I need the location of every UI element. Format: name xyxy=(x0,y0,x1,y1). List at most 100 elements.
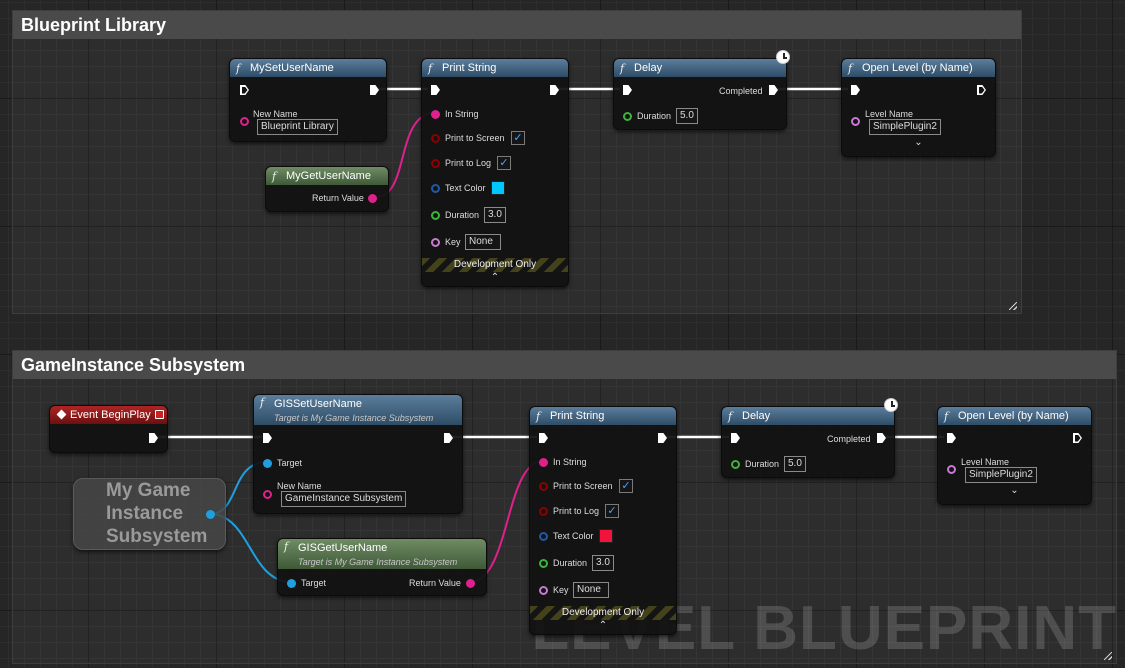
pin-label: Print to Screen xyxy=(445,133,505,143)
name-pin[interactable] xyxy=(431,238,440,247)
node-open-level[interactable]: f Open Level (by Name) Level Name SimpleP… xyxy=(937,406,1092,505)
function-icon: f xyxy=(236,62,241,75)
comment-title[interactable]: Blueprint Library xyxy=(13,11,1021,39)
node-title: Open Level (by Name) xyxy=(862,62,973,74)
pin-label: Duration xyxy=(445,210,480,220)
node-gis-get-user-name[interactable]: f GISGetUserName Target is My Game Instanc… xyxy=(277,538,487,596)
pin-label: Return Value xyxy=(312,193,364,203)
float-pin[interactable] xyxy=(731,460,740,469)
color-pin[interactable] xyxy=(539,532,548,541)
pin-label: Duration xyxy=(637,111,672,121)
comment-title[interactable]: GameInstance Subsystem xyxy=(13,351,1116,379)
string-pin[interactable] xyxy=(431,110,440,119)
node-my-set-user-name[interactable]: f MySetUserName New Name Blueprint Librar… xyxy=(229,58,387,142)
exec-input-pin[interactable] xyxy=(731,433,740,443)
node-gis-set-user-name[interactable]: f GISSetUserName Target is My Game Instanc… xyxy=(253,394,463,514)
object-pin[interactable] xyxy=(263,459,272,468)
node-subsystem-reference[interactable]: My Game Instance Subsystem xyxy=(73,478,226,550)
exec-input-pin[interactable] xyxy=(539,433,548,443)
node-title: MyGetUserName xyxy=(286,170,371,182)
delegate-pin-icon[interactable] xyxy=(155,410,164,419)
expand-arrow-icon[interactable]: ⌄ xyxy=(842,137,995,148)
text-color-swatch[interactable] xyxy=(599,529,613,543)
string-pin[interactable] xyxy=(466,579,475,588)
print-to-screen-checkbox[interactable]: ✓ xyxy=(619,479,633,493)
node-delay[interactable]: f Delay Completed Duration 5.0 xyxy=(613,58,787,130)
pin-label: New Name xyxy=(253,109,298,119)
resize-grip-icon[interactable] xyxy=(1009,302,1017,310)
exec-output-pin[interactable] xyxy=(149,433,158,443)
exec-output-pin[interactable] xyxy=(769,85,778,95)
exec-output-pin[interactable] xyxy=(1073,433,1082,443)
exec-input-pin[interactable] xyxy=(947,433,956,443)
color-pin[interactable] xyxy=(431,184,440,193)
duration-field[interactable]: 5.0 xyxy=(676,108,698,124)
string-pin[interactable] xyxy=(368,194,377,203)
pin-label: Print to Screen xyxy=(553,481,613,491)
bool-pin[interactable] xyxy=(539,482,548,491)
duration-field[interactable]: 3.0 xyxy=(592,555,614,571)
node-event-begin-play[interactable]: Event BeginPlay xyxy=(49,405,168,453)
resize-grip-icon[interactable] xyxy=(1104,652,1112,660)
node-my-get-user-name[interactable]: f MyGetUserName Return Value xyxy=(265,166,389,212)
level-name-field[interactable]: SimplePlugin2 xyxy=(869,119,941,135)
float-pin[interactable] xyxy=(539,559,548,568)
exec-input-pin[interactable] xyxy=(240,85,249,95)
node-subtitle: Target is My Game Instance Subsystem xyxy=(298,557,458,567)
object-pin[interactable] xyxy=(287,579,296,588)
exec-output-pin[interactable] xyxy=(658,433,667,443)
name-pin[interactable] xyxy=(851,117,860,126)
node-title: MySetUserName xyxy=(250,62,334,74)
exec-output-pin[interactable] xyxy=(444,433,453,443)
pin-label: Key xyxy=(445,237,461,247)
duration-field[interactable]: 3.0 xyxy=(484,207,506,223)
expand-arrow-icon[interactable]: ⌄ xyxy=(938,485,1091,496)
exec-output-pin[interactable] xyxy=(550,85,559,95)
exec-input-pin[interactable] xyxy=(851,85,860,95)
object-pin[interactable] xyxy=(206,510,215,519)
function-icon: f xyxy=(848,62,853,75)
string-pin[interactable] xyxy=(263,490,272,499)
bool-pin[interactable] xyxy=(431,159,440,168)
node-print-string[interactable]: f Print String In String Print to Screen … xyxy=(421,58,569,287)
bool-pin[interactable] xyxy=(539,507,548,516)
function-icon: f xyxy=(536,410,541,423)
text-color-swatch[interactable] xyxy=(491,181,505,195)
node-title: Delay xyxy=(634,62,663,74)
key-field[interactable]: None xyxy=(573,582,609,598)
node-open-level[interactable]: f Open Level (by Name) Level Name SimpleP… xyxy=(841,58,996,157)
name-pin[interactable] xyxy=(539,586,548,595)
pin-label: Level Name xyxy=(961,457,1010,467)
node-delay[interactable]: f Delay Completed Duration 5.0 xyxy=(721,406,895,478)
exec-input-pin[interactable] xyxy=(623,85,632,95)
string-pin[interactable] xyxy=(539,458,548,467)
collapse-arrow-icon[interactable]: ⌃ xyxy=(422,272,568,283)
print-to-log-checkbox[interactable]: ✓ xyxy=(605,504,619,518)
function-icon: f xyxy=(284,540,289,553)
bool-pin[interactable] xyxy=(431,134,440,143)
node-title: Event BeginPlay xyxy=(70,409,151,421)
new-name-field[interactable]: GameInstance Subsystem xyxy=(281,491,407,507)
event-icon xyxy=(56,409,67,420)
collapse-arrow-icon[interactable]: ⌃ xyxy=(530,620,676,631)
string-pin[interactable] xyxy=(240,117,249,126)
exec-output-pin[interactable] xyxy=(370,85,379,95)
new-name-field[interactable]: Blueprint Library xyxy=(257,119,338,135)
name-pin[interactable] xyxy=(947,465,956,474)
level-name-field[interactable]: SimplePlugin2 xyxy=(965,467,1037,483)
exec-output-pin[interactable] xyxy=(877,433,886,443)
node-print-string[interactable]: f Print String In String Print to Screen … xyxy=(529,406,677,635)
float-pin[interactable] xyxy=(623,112,632,121)
print-to-screen-checkbox[interactable]: ✓ xyxy=(511,131,525,145)
exec-output-pin[interactable] xyxy=(977,85,986,95)
print-to-log-checkbox[interactable]: ✓ xyxy=(497,156,511,170)
exec-input-pin[interactable] xyxy=(263,433,272,443)
pin-label: Duration xyxy=(745,459,780,469)
key-field[interactable]: None xyxy=(465,234,501,250)
function-icon: f xyxy=(944,410,949,423)
float-pin[interactable] xyxy=(431,211,440,220)
node-title: GISSetUserName xyxy=(274,398,363,410)
exec-input-pin[interactable] xyxy=(431,85,440,95)
function-icon: f xyxy=(620,62,625,75)
duration-field[interactable]: 5.0 xyxy=(784,456,806,472)
